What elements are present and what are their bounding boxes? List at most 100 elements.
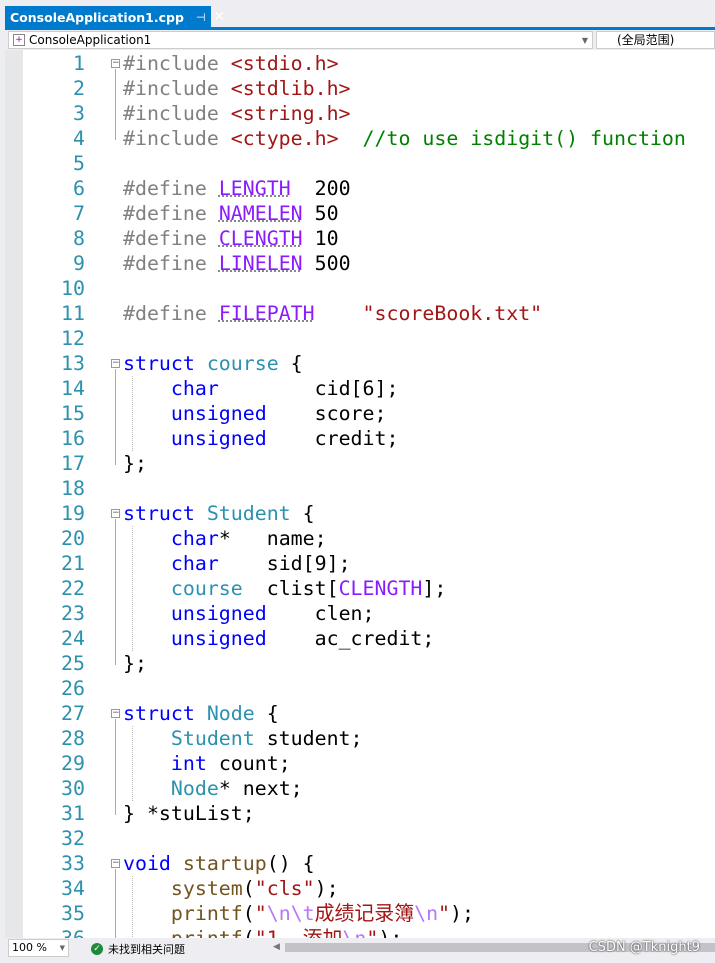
zoom-dropdown[interactable]: 100 % ▼ bbox=[8, 939, 69, 957]
token-n: { bbox=[254, 702, 279, 725]
code-text: unsigned clen; bbox=[123, 601, 375, 626]
collapse-icon[interactable]: − bbox=[111, 859, 120, 868]
code-line[interactable]: 10 bbox=[5, 276, 715, 301]
code-line[interactable]: 23 unsigned clen; bbox=[5, 601, 715, 626]
token-f: system bbox=[170, 877, 243, 900]
file-tab[interactable]: ConsoleApplication1.cpp ⊣ ✕ bbox=[5, 6, 225, 28]
token-n: ); bbox=[314, 877, 339, 900]
code-line[interactable]: 35 printf("\n\t成绩记录簿\n"); bbox=[5, 901, 715, 926]
line-number: 27 bbox=[61, 702, 85, 725]
fold-guide bbox=[115, 719, 116, 815]
token-t: Student bbox=[170, 727, 255, 750]
issues-indicator[interactable]: ✓ 未找到相关问题 bbox=[91, 941, 185, 957]
code-line[interactable]: 9 #define LINELEN 500 bbox=[5, 251, 715, 276]
code-line[interactable]: 28 Student student; bbox=[5, 726, 715, 751]
code-text: } *stuList; bbox=[123, 801, 255, 826]
token-n: ); bbox=[450, 902, 474, 925]
token-n: { bbox=[290, 502, 315, 525]
indent-guide bbox=[132, 726, 133, 801]
code-line[interactable]: 15 unsigned score; bbox=[5, 401, 715, 426]
code-line[interactable]: 11 #define FILEPATH "scoreBook.txt" bbox=[5, 301, 715, 326]
line-number: 28 bbox=[61, 727, 85, 750]
token-m: FILEPATH bbox=[218, 302, 315, 325]
token-n: ]; bbox=[422, 577, 447, 600]
code-text: course clist[CLENGTH]; bbox=[123, 576, 446, 601]
code-line[interactable]: 34 system("cls"); bbox=[5, 876, 715, 901]
line-number: 1 bbox=[73, 52, 85, 75]
token-s: "1. 添加 bbox=[255, 927, 343, 938]
token-p: #define bbox=[123, 302, 219, 325]
code-line[interactable]: 26 bbox=[5, 676, 715, 701]
code-line[interactable]: 16 unsigned credit; bbox=[5, 426, 715, 451]
code-line[interactable]: 17}; bbox=[5, 451, 715, 476]
code-text: char* name; bbox=[123, 526, 327, 551]
code-line[interactable]: 25}; bbox=[5, 651, 715, 676]
collapse-icon[interactable]: − bbox=[111, 509, 120, 518]
code-line[interactable]: 5 bbox=[5, 151, 715, 176]
project-dropdown[interactable]: + ConsoleApplication1 ▼ bbox=[8, 31, 593, 49]
code-line[interactable]: 12 bbox=[5, 326, 715, 351]
line-number: 7 bbox=[73, 202, 85, 225]
code-line[interactable]: 29 int count; bbox=[5, 751, 715, 776]
token-n: student; bbox=[254, 727, 363, 750]
code-line[interactable]: 31 } *stuList; bbox=[5, 801, 715, 826]
token-n bbox=[123, 927, 171, 938]
code-line[interactable]: 36 printf("1. 添加\n"); bbox=[5, 926, 715, 938]
line-number: 21 bbox=[61, 552, 85, 575]
code-text: }; bbox=[123, 651, 147, 676]
token-s: "scoreBook.txt" bbox=[362, 302, 543, 325]
code-text: #define NAMELEN 50 bbox=[123, 201, 339, 226]
fold-guide bbox=[115, 519, 116, 665]
code-line[interactable]: 20 char* name; bbox=[5, 526, 715, 551]
token-s: " bbox=[366, 927, 378, 938]
scope-dropdown[interactable]: (全局范围) bbox=[596, 31, 715, 49]
token-f: printf bbox=[170, 902, 243, 925]
token-m: LINELEN bbox=[218, 252, 303, 275]
token-k: struct bbox=[123, 502, 207, 525]
code-editor[interactable]: 1 #include <stdio.h> 2 #include <stdlib.h> 3… bbox=[5, 50, 715, 938]
scroll-left-icon[interactable]: ◀ bbox=[273, 942, 280, 952]
line-number: 12 bbox=[61, 327, 85, 350]
code-line[interactable]: 3 #include <string.h> bbox=[5, 101, 715, 126]
token-n: } *stuList; bbox=[123, 802, 255, 825]
code-line[interactable]: 18 bbox=[5, 476, 715, 501]
project-icon: + bbox=[13, 34, 25, 46]
code-line[interactable]: 6 #define LENGTH 200 bbox=[5, 176, 715, 201]
code-text: #include <ctype.h> //to use isdigit() fu… bbox=[123, 126, 686, 151]
code-text: Student student; bbox=[123, 726, 363, 751]
code-line[interactable]: 22 course clist[CLENGTH]; bbox=[5, 576, 715, 601]
collapse-icon[interactable]: − bbox=[111, 709, 120, 718]
code-line[interactable]: 4 #include <ctype.h> //to use isdigit() f… bbox=[5, 126, 715, 151]
line-number: 8 bbox=[73, 227, 85, 250]
token-n bbox=[123, 752, 171, 775]
token-n: 50 bbox=[302, 202, 339, 225]
token-n: ac_credit; bbox=[266, 627, 435, 650]
code-line[interactable]: 32 bbox=[5, 826, 715, 851]
line-number: 26 bbox=[61, 677, 85, 700]
collapse-icon[interactable]: − bbox=[111, 359, 120, 368]
token-k: char bbox=[170, 527, 219, 550]
code-line[interactable]: 8 #define CLENGTH 10 bbox=[5, 226, 715, 251]
code-line[interactable]: 21 char sid[9]; bbox=[5, 551, 715, 576]
token-m: CLENGTH bbox=[218, 227, 303, 250]
code-line[interactable]: 14 char cid[6]; bbox=[5, 376, 715, 401]
code-line[interactable]: 30 Node* next; bbox=[5, 776, 715, 801]
code-line[interactable]: 24 unsigned ac_credit; bbox=[5, 626, 715, 651]
token-f: printf bbox=[171, 927, 243, 938]
line-number: 6 bbox=[73, 177, 85, 200]
line-number: 31 bbox=[61, 802, 85, 825]
code-line[interactable]: 7 #define NAMELEN 50 bbox=[5, 201, 715, 226]
close-icon[interactable]: ✕ bbox=[214, 9, 226, 25]
code-text: unsigned ac_credit; bbox=[123, 626, 434, 651]
line-number: 13 bbox=[61, 352, 85, 375]
token-t: course bbox=[170, 577, 243, 600]
pin-icon[interactable]: ⊣ bbox=[196, 11, 206, 24]
status-bar: 100 % ▼ ✓ 未找到相关问题 ◀ CSDN @Tknight9 bbox=[5, 938, 715, 958]
code-line[interactable]: 2 #include <stdlib.h> bbox=[5, 76, 715, 101]
collapse-icon[interactable]: − bbox=[111, 59, 120, 68]
code-text: #define CLENGTH 10 bbox=[123, 226, 339, 251]
watermark: CSDN @Tknight9 bbox=[588, 940, 700, 955]
token-n bbox=[123, 427, 171, 450]
token-s: <stdio.h> bbox=[230, 52, 339, 75]
token-p: #define bbox=[123, 227, 219, 250]
